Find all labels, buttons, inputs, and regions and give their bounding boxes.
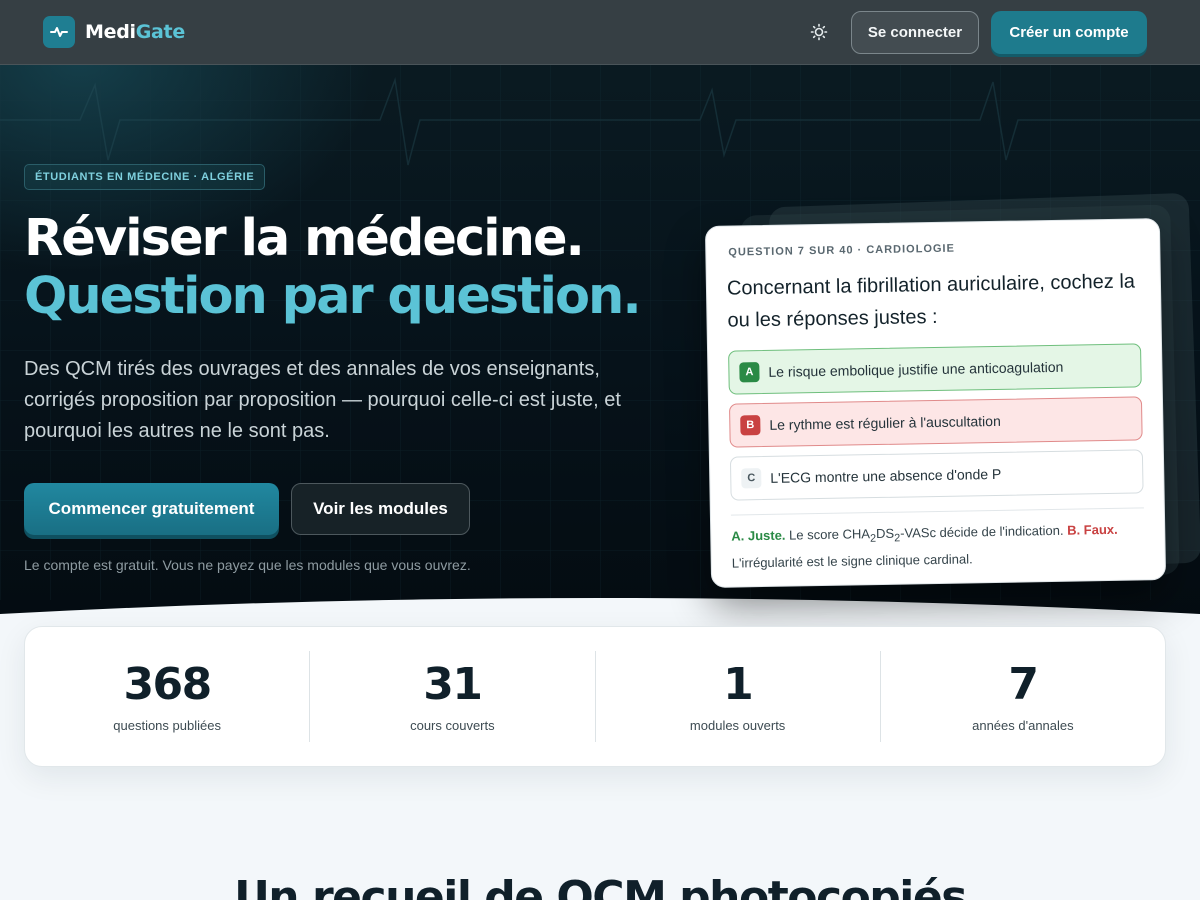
login-button[interactable]: Se connecter xyxy=(851,11,979,54)
card-divider xyxy=(730,507,1144,516)
option-a-letter: A xyxy=(739,362,760,383)
brand-name-part2: Gate xyxy=(135,21,185,43)
explanation-a-text-mid: DS xyxy=(875,525,895,542)
signup-button[interactable]: Créer un compte xyxy=(991,11,1147,54)
hero-section: ÉTUDIANTS EN MÉDECINE · ALGÉRIE Réviser … xyxy=(0,0,1200,660)
hero-title: Réviser la médecine. Question par questi… xyxy=(24,209,642,326)
stat-value: 368 xyxy=(123,659,212,710)
pricing-note: Le compte est gratuit. Vous ne payez que… xyxy=(24,557,471,573)
hero-lead: Des QCM tirés des ouvrages et des annale… xyxy=(24,358,621,442)
stat-label: modules ouverts xyxy=(689,718,786,733)
stats-panel: 368 questions publiées 31 cours couverts… xyxy=(24,626,1166,767)
heartbeat-icon xyxy=(43,16,75,48)
stat-value: 7 xyxy=(1008,659,1039,710)
top-navbar: MediGate Se connecter Créer un compte xyxy=(0,0,1200,65)
brand-logo[interactable]: MediGate xyxy=(43,16,185,48)
stat-label: questions publiées xyxy=(113,718,221,733)
start-free-button[interactable]: Commencer gratuitement xyxy=(24,483,279,535)
explanation-a-label: A. Juste. xyxy=(731,527,786,544)
option-b-text: Le rythme est régulier à l'auscultation xyxy=(769,412,1001,433)
option-c[interactable]: C L'ECG montre une absence d'onde P xyxy=(729,449,1144,501)
question-meta: QUESTION 7 SUR 40 · CARDIOLOGIE xyxy=(728,242,956,259)
option-c-text: L'ECG montre une absence d'onde P xyxy=(770,465,1002,486)
option-c-letter: C xyxy=(741,468,762,489)
option-a-text: Le risque embolique justifie une anticoa… xyxy=(768,358,1064,380)
stat-label: cours couverts xyxy=(410,718,495,733)
question-title: Concernant la fibrillation auriculaire, … xyxy=(726,270,1136,332)
option-a[interactable]: A Le risque embolique justifie une antic… xyxy=(728,343,1142,395)
stat-value: 31 xyxy=(423,659,483,710)
section-title: Un recueil de QCM photocopiés xyxy=(234,872,967,900)
answer-explanation: A. Juste. Le score CHA2DS2-VASc décide d… xyxy=(731,518,1145,574)
hero-title-line1: Réviser la médecine. xyxy=(24,209,585,268)
view-modules-button[interactable]: Voir les modules xyxy=(291,483,470,535)
explanation-a-text-pre: Le score CHA xyxy=(785,526,871,543)
stat-value: 1 xyxy=(723,659,754,710)
brand-name: MediGate xyxy=(85,21,185,43)
brand-name-part1: Medi xyxy=(85,21,136,43)
explanation-b-text: L'irrégularité est le signe clinique car… xyxy=(731,550,973,571)
audience-badge: ÉTUDIANTS EN MÉDECINE · ALGÉRIE xyxy=(24,164,266,190)
sun-icon xyxy=(810,23,828,41)
hero-title-line2: Question par question. xyxy=(24,267,642,326)
option-b-letter: B xyxy=(740,415,761,436)
explanation-b-label: B. Faux. xyxy=(1066,521,1118,538)
stat-courses: 31 cours couverts xyxy=(310,651,596,742)
stat-years: 7 années d'annales xyxy=(881,651,1165,742)
option-b[interactable]: B Le rythme est régulier à l'auscultatio… xyxy=(728,396,1143,448)
stat-questions: 368 questions publiées xyxy=(25,651,311,742)
explanation-a-text-post: -VASc décide de l'indication. xyxy=(899,522,1068,541)
theme-toggle-button[interactable] xyxy=(805,18,833,46)
stat-modules: 1 modules ouverts xyxy=(596,651,881,742)
stat-label: années d'annales xyxy=(972,718,1074,733)
question-preview-card: QUESTION 7 SUR 40 · CARDIOLOGIE Concerna… xyxy=(704,218,1167,588)
